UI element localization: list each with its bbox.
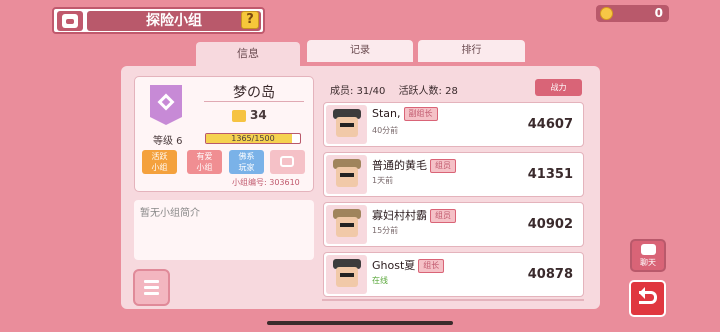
coin-icon (600, 7, 613, 20)
tag-loving-group: 有爱 小组 (187, 150, 222, 174)
member-count: 成员: 31/40 (330, 86, 386, 97)
menu-icon (144, 280, 159, 283)
member-last-seen: 在线 (372, 276, 388, 285)
member-row[interactable]: Stan, 副组长 40分前 44607 (323, 102, 584, 147)
tag-casual-player: 佛系 玩家 (229, 150, 264, 174)
member-power: 40878 (527, 267, 573, 282)
active-count: 活跃人数: 28 (398, 86, 458, 97)
group-id: 小组编号: 303610 (232, 178, 300, 187)
member-last-seen: 15分前 (372, 226, 399, 235)
help-button[interactable]: ? (241, 11, 259, 29)
exp-progress-text: 1365/1500 (231, 134, 275, 143)
empty-tag-icon (280, 156, 294, 167)
chat-button[interactable]: 聊天 (630, 239, 666, 272)
member-name: 寡妇村村霸 组员 (372, 207, 456, 223)
member-role-badge: 组员 (430, 159, 456, 173)
group-name: 梦の岛 (204, 82, 304, 102)
tag-line: 小组 (151, 163, 168, 172)
member-name: Ghost夏 组长 (372, 257, 445, 273)
tag-empty-slot (270, 150, 305, 174)
member-power: 44607 (527, 117, 573, 132)
avatar (326, 205, 367, 244)
tag-line: 玩家 (238, 163, 255, 172)
member-row[interactable]: 普通的黄毛 组员 1天前 41351 (323, 152, 584, 197)
group-header: 探险小组 ? (52, 7, 265, 34)
pig-logo-icon (57, 11, 83, 31)
coin-counter: 0 (596, 5, 669, 22)
avatar (326, 255, 367, 294)
back-button[interactable] (629, 280, 666, 317)
group-score: 34 (250, 108, 267, 122)
avatar (326, 105, 367, 144)
group-level: 等级 6 (153, 136, 183, 147)
member-summary: 成员: 31/40 活跃人数: 28 (330, 82, 458, 97)
coin-value: 0 (654, 6, 663, 20)
chat-bubble-icon (641, 244, 656, 255)
menu-icon (144, 286, 159, 289)
group-badge-icon (150, 85, 182, 125)
tag-active-group: 活跃 小组 (142, 150, 177, 174)
tab-rank[interactable]: 排行 (418, 40, 525, 62)
member-power: 40902 (527, 217, 573, 232)
avatar (326, 155, 367, 194)
trophy-icon (232, 110, 246, 122)
member-role-badge: 组长 (418, 259, 445, 273)
tag-line: 有爱 (196, 152, 213, 161)
menu-icon (144, 292, 159, 295)
group-description-box: 暂无小组简介 (134, 200, 314, 260)
chat-label: 聊天 (640, 258, 656, 267)
member-last-seen: 1天前 (372, 176, 394, 185)
member-role-badge: 组员 (430, 209, 456, 223)
tag-line: 佛系 (238, 152, 255, 161)
menu-button[interactable] (133, 269, 170, 306)
tab-info[interactable]: 信息 (196, 42, 300, 69)
group-description: 暂无小组简介 (140, 208, 200, 219)
tag-line: 小组 (196, 163, 213, 172)
member-last-seen: 40分前 (372, 126, 399, 135)
member-name: 普通的黄毛 组员 (372, 157, 456, 173)
list-divider (322, 299, 584, 301)
page-title: 探险小组 (87, 11, 261, 31)
return-arrow-icon (639, 287, 657, 304)
member-name: Stan, 副组长 (372, 107, 438, 121)
exp-progress-bar: 1365/1500 (205, 133, 301, 144)
home-indicator[interactable] (267, 321, 453, 325)
tab-record[interactable]: 记录 (307, 40, 413, 62)
member-role-badge: 副组长 (403, 107, 438, 121)
sort-power-button[interactable]: 战力 (535, 79, 582, 96)
member-row[interactable]: Ghost夏 组长 在线 40878 (323, 252, 584, 297)
member-power: 41351 (527, 167, 573, 182)
tag-line: 活跃 (151, 152, 168, 161)
member-row[interactable]: 寡妇村村霸 组员 15分前 40902 (323, 202, 584, 247)
